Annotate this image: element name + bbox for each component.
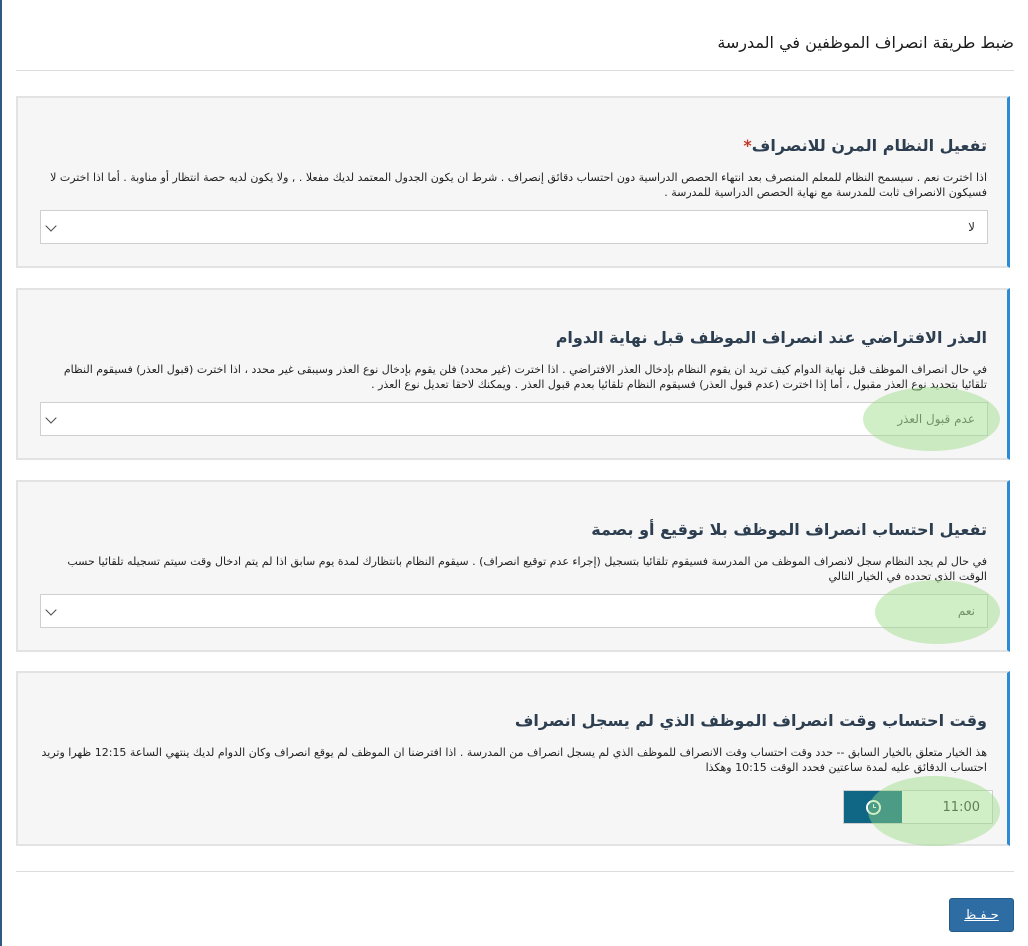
left-border-line	[0, 0, 2, 946]
select-value: لا	[968, 220, 975, 234]
required-marker: *	[743, 136, 752, 155]
section-flexible-leave: تفعيل النظام المرن للانصراف* اذا اخترت ن…	[16, 96, 1010, 268]
section-title: تفعيل النظام المرن للانصراف*	[743, 136, 987, 155]
time-value[interactable]: 11:00	[943, 800, 980, 815]
section-leave-time: وقت احتساب وقت انصراف الموظف الذي لم يسج…	[16, 671, 1010, 846]
footer-divider	[16, 871, 1014, 872]
section-description: في حال انصراف الموظف قبل نهاية الدوام كي…	[63, 363, 987, 391]
default-excuse-select[interactable]: عدم قبول العذر	[40, 402, 988, 436]
page-title: ضبط طريقة انصراف الموظفين في المدرسة	[717, 32, 1014, 52]
select-value: نعم	[957, 604, 975, 618]
leave-time-picker[interactable]: 11:00	[843, 790, 993, 824]
select-value: عدم قبول العذر	[897, 412, 975, 426]
clock-icon	[865, 799, 881, 815]
no-signature-select[interactable]: نعم	[40, 594, 988, 628]
chevron-down-icon	[45, 412, 57, 424]
section-description: اذا اخترت نعم . سيسمح النظام للمعلم المن…	[50, 171, 987, 199]
section-title: تفعيل احتساب انصراف الموظف بلا توقيع أو …	[591, 520, 987, 539]
chevron-down-icon	[45, 604, 57, 616]
section-no-signature: تفعيل احتساب انصراف الموظف بلا توقيع أو …	[16, 480, 1010, 652]
chevron-down-icon	[45, 220, 57, 232]
section-default-excuse: العذر الافتراضي عند انصراف الموظف قبل نه…	[16, 288, 1010, 460]
section-title: العذر الافتراضي عند انصراف الموظف قبل نه…	[555, 328, 987, 347]
section-description: هذ الخيار متعلق بالخيار السابق -- حدد وق…	[41, 746, 988, 774]
flexible-leave-select[interactable]: لا	[40, 210, 988, 244]
section-title: وقت احتساب وقت انصراف الموظف الذي لم يسج…	[514, 711, 987, 730]
time-picker-button[interactable]	[844, 791, 902, 823]
header-divider	[16, 70, 1014, 71]
save-button[interactable]: حـفـظ	[949, 898, 1014, 932]
section-description: في حال لم يجد النظام سجل لانصراف الموظف …	[67, 555, 987, 583]
